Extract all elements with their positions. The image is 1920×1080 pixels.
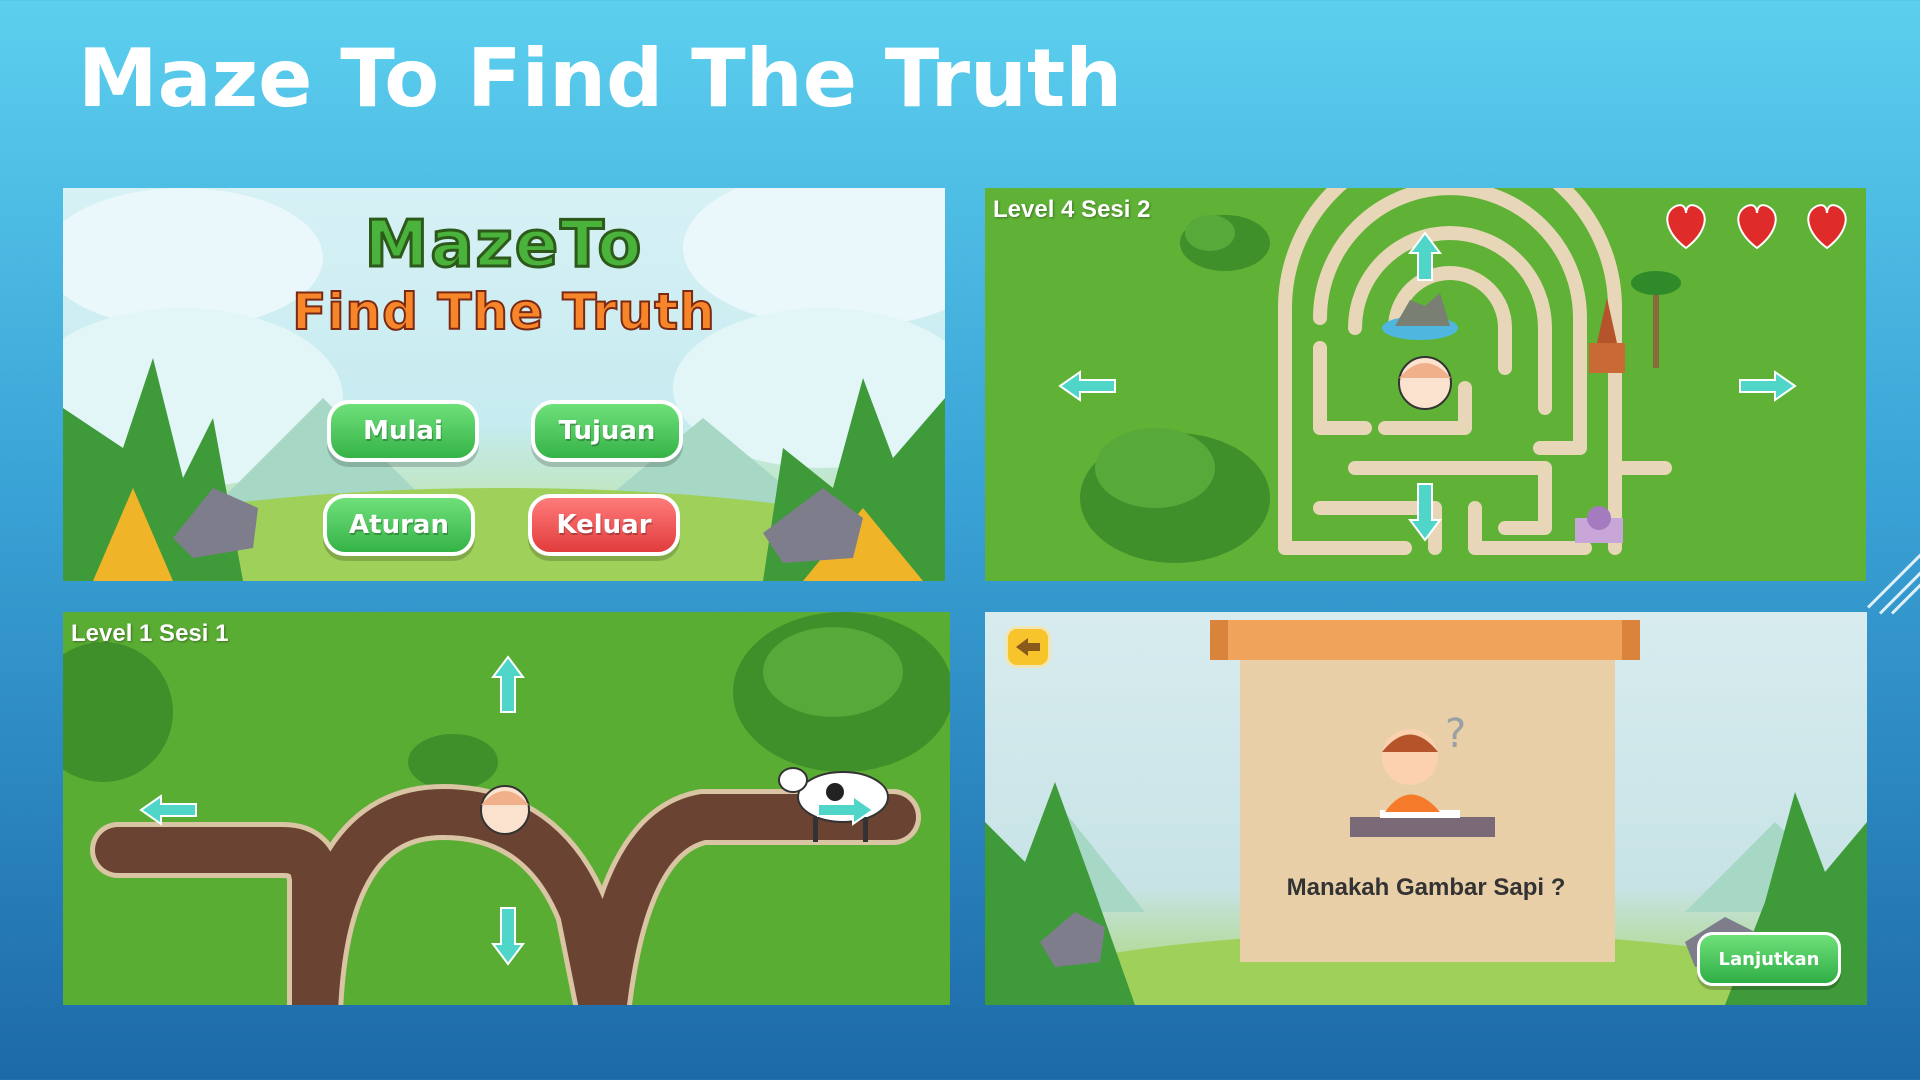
player-character-icon [480, 785, 530, 835]
bush-icon [63, 642, 173, 782]
goal-button[interactable]: Tujuan [531, 400, 683, 462]
arrow-down-icon [491, 907, 525, 966]
logo-subtitle: Find The Truth [291, 282, 716, 342]
logo-title: MazeTo [363, 207, 644, 284]
exit-button[interactable]: Keluar [528, 494, 680, 556]
palm-tree-icon [1631, 271, 1681, 368]
arrow-right-icon [1739, 370, 1797, 402]
bush-icon [1180, 215, 1270, 271]
arrow-left-icon [1058, 370, 1116, 402]
level4-screenshot: Level 4 Sesi 2 [985, 188, 1866, 581]
bush-icon [408, 734, 498, 790]
arrow-up-icon [491, 655, 525, 713]
quiz-question: Manakah Gambar Sapi ? [1286, 874, 1566, 901]
start-button[interactable]: Mulai [327, 400, 479, 462]
back-button[interactable] [1005, 626, 1051, 668]
svg-text:?: ? [1445, 711, 1466, 757]
level1-screenshot: Level 1 Sesi 1 [63, 612, 950, 1005]
bush-icon [733, 612, 950, 772]
quiz-screenshot: ? Manakah Gambar Sapi ? Lanjutkan [985, 612, 1867, 1005]
heart-icon [1807, 204, 1847, 250]
path-board [63, 612, 950, 1005]
rules-button[interactable]: Aturan [323, 494, 475, 556]
level-label: Level 4 Sesi 2 [993, 196, 1151, 223]
scroll [1210, 620, 1640, 962]
heart-icon [1737, 204, 1777, 250]
menu-screenshot: MazeTo Find The Truth Mulai Tujuan Atura… [63, 188, 945, 581]
slide-title: Maze To Find The Truth [78, 32, 1123, 125]
level-label: Level 1 Sesi 1 [71, 620, 229, 647]
player-character-icon [1398, 356, 1452, 410]
bush-icon [1080, 428, 1270, 563]
heart-icon [1666, 204, 1706, 250]
continue-button[interactable]: Lanjutkan [1697, 932, 1841, 986]
arrow-left-icon [1016, 638, 1040, 656]
maze-board [1058, 188, 1847, 563]
arrow-left-icon [139, 794, 197, 826]
